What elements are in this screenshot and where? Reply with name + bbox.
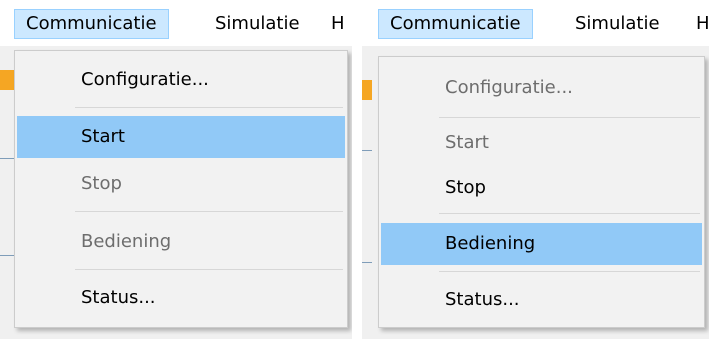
menu-separator — [439, 213, 700, 214]
menu-communicatie[interactable]: Communicatie — [14, 9, 169, 39]
menu-item-start[interactable]: Start — [381, 122, 702, 164]
menu-help-partial[interactable]: H — [696, 9, 709, 39]
menu-separator — [439, 117, 700, 118]
menu-separator — [75, 211, 343, 212]
menu-item-stop[interactable]: Stop — [17, 163, 345, 205]
menu-simulatie[interactable]: Simulatie — [575, 9, 660, 39]
background-app-line — [362, 262, 372, 263]
communicatie-dropdown: Configuratie... Start Stop Bediening Sta… — [14, 50, 348, 328]
menu-communicatie[interactable]: Communicatie — [378, 9, 533, 39]
screenshot-panel-left: Communicatie Simulatie H Configuratie...… — [0, 0, 352, 339]
background-app-strip — [0, 70, 14, 90]
menu-separator — [439, 271, 700, 272]
background-app-line — [0, 158, 14, 159]
menu-item-configuratie[interactable]: Configuratie... — [381, 67, 702, 109]
menu-separator — [75, 107, 343, 108]
menubar: Communicatie Simulatie H — [362, 0, 709, 47]
menu-item-bediening[interactable]: Bediening — [381, 223, 702, 265]
menu-item-status[interactable]: Status... — [17, 277, 345, 319]
background-app-line — [362, 150, 372, 151]
menu-item-stop[interactable]: Stop — [381, 167, 702, 209]
menu-simulatie[interactable]: Simulatie — [215, 9, 300, 39]
menu-item-bediening[interactable]: Bediening — [17, 221, 345, 263]
communicatie-dropdown: Configuratie... Start Stop Bediening Sta… — [378, 56, 705, 328]
menu-help-partial[interactable]: H — [331, 9, 345, 39]
menu-item-start[interactable]: Start — [17, 116, 345, 158]
background-app-strip — [362, 80, 372, 100]
menu-item-status[interactable]: Status... — [381, 279, 702, 321]
menu-separator — [75, 269, 343, 270]
menubar: Communicatie Simulatie H — [0, 0, 352, 47]
menu-item-configuratie[interactable]: Configuratie... — [17, 59, 345, 101]
background-app-line — [0, 255, 14, 256]
screenshot-panel-right: Communicatie Simulatie H Configuratie...… — [362, 0, 709, 339]
